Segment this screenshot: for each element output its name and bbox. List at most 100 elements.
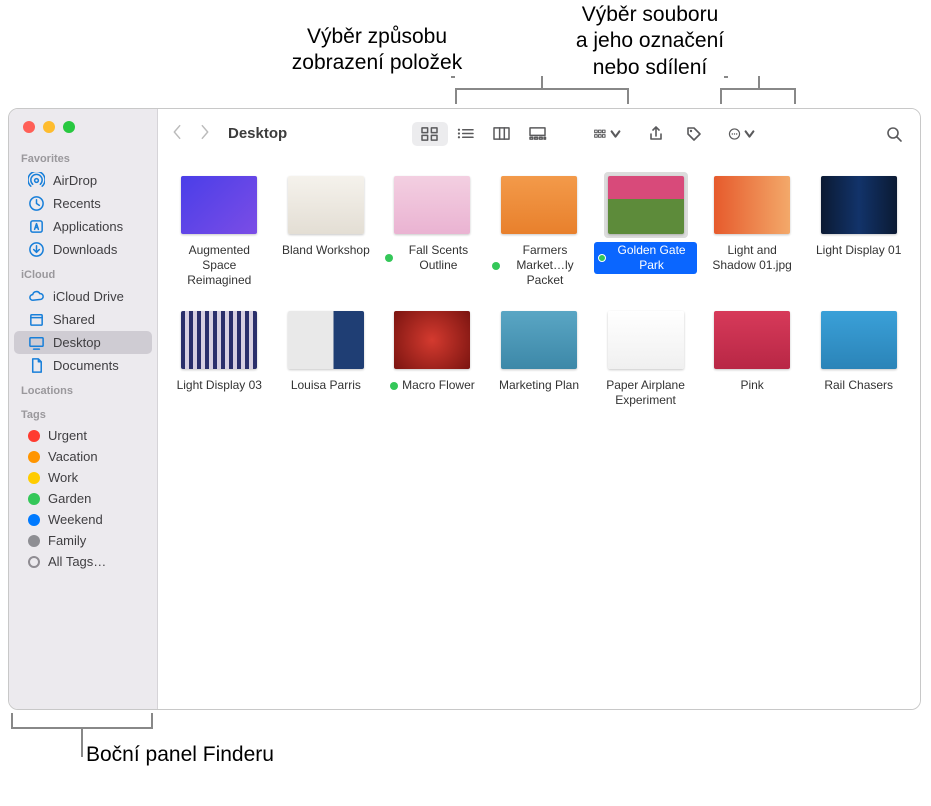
file-thumb	[821, 176, 897, 234]
callout-share: Výběr souboru a jeho označení nebo sdíle…	[555, 2, 745, 81]
file-item[interactable]: Light and Shadow 01.jpg	[701, 172, 804, 289]
callout-sidebar: Boční panel Finderu	[86, 742, 274, 768]
file-item[interactable]: Marketing Plan	[488, 307, 591, 409]
sidebar-section-locations: Locations	[9, 377, 157, 401]
sidebar-tag-vacation[interactable]: Vacation	[14, 446, 152, 467]
callout-share-bracket	[720, 88, 796, 104]
file-item[interactable]: Farmers Market…ly Packet	[488, 172, 591, 289]
sidebar-item-applications[interactable]: Applications	[14, 215, 152, 238]
file-label: Rail Chasers	[820, 377, 897, 394]
file-item[interactable]: Paper Airplane Experiment	[594, 307, 697, 409]
file-label: Golden Gate Park	[594, 242, 697, 274]
file-item[interactable]: Augmented Space Reimagined	[168, 172, 271, 289]
sidebar-item-recents[interactable]: Recents	[14, 192, 152, 215]
file-name: Rail Chasers	[824, 378, 893, 393]
sidebar-tag-family[interactable]: Family	[14, 530, 152, 551]
file-item[interactable]: Pink	[701, 307, 804, 409]
minimize-button[interactable]	[43, 121, 55, 133]
toolbar: Desktop	[158, 109, 920, 158]
view-switcher	[412, 122, 556, 146]
file-name: Macro Flower	[402, 378, 475, 393]
sidebar-item-icloud-drive[interactable]: iCloud Drive	[14, 285, 152, 308]
sidebar-item-shared[interactable]: Shared	[14, 308, 152, 331]
tag-dot-icon	[28, 493, 40, 505]
sidebar-item-all-tags[interactable]: All Tags…	[14, 551, 152, 572]
zoom-button[interactable]	[63, 121, 75, 133]
sidebar-item-label: Shared	[53, 312, 95, 327]
window-title: Desktop	[228, 125, 287, 142]
tag-dot-icon	[28, 451, 40, 463]
sidebar-item-desktop[interactable]: Desktop	[14, 331, 152, 354]
callout-view-bracket	[455, 88, 629, 104]
sidebar-item-label: Desktop	[53, 335, 101, 350]
group-by-button[interactable]	[594, 122, 622, 146]
file-name: Golden Gate Park	[610, 243, 693, 273]
sidebar-tag-weekend[interactable]: Weekend	[14, 509, 152, 530]
finder-window: Favorites AirDropRecentsApplicationsDown…	[8, 108, 921, 710]
sidebar-item-label: iCloud Drive	[53, 289, 124, 304]
file-label: Pink	[736, 377, 767, 394]
file-name: Light Display 03	[177, 378, 262, 393]
file-item[interactable]: Rail Chasers	[807, 307, 910, 409]
share-button[interactable]	[642, 122, 670, 146]
nav-arrows	[170, 123, 212, 144]
view-columns-button[interactable]	[484, 122, 520, 146]
tag-button[interactable]	[680, 122, 708, 146]
file-label: Augmented Space Reimagined	[168, 242, 271, 289]
file-name: Light Display 01	[816, 243, 901, 258]
file-thumb	[394, 176, 470, 234]
sidebar-item-label: Work	[48, 470, 78, 485]
file-name: Paper Airplane Experiment	[598, 378, 693, 408]
sidebar-item-label: Downloads	[53, 242, 117, 257]
tag-indicator-icon	[385, 254, 393, 262]
sidebar-item-airdrop[interactable]: AirDrop	[14, 169, 152, 192]
file-thumb	[181, 311, 257, 369]
file-label: Bland Workshop	[278, 242, 374, 259]
file-item[interactable]: Fall Scents Outline	[381, 172, 484, 289]
tag-dot-icon	[28, 514, 40, 526]
window-controls	[9, 109, 157, 145]
file-item[interactable]: Louisa Parris	[275, 307, 378, 409]
more-button[interactable]	[728, 122, 756, 146]
callout-share-line	[758, 76, 760, 88]
forward-button[interactable]	[198, 123, 212, 144]
file-thumb	[288, 176, 364, 234]
file-item[interactable]: Bland Workshop	[275, 172, 378, 289]
sidebar-tag-urgent[interactable]: Urgent	[14, 425, 152, 446]
callout-share-cap	[724, 76, 728, 78]
all-tags-icon	[28, 556, 40, 568]
file-thumb	[821, 311, 897, 369]
view-gallery-button[interactable]	[520, 122, 556, 146]
view-list-button[interactable]	[448, 122, 484, 146]
sidebar-tag-garden[interactable]: Garden	[14, 488, 152, 509]
view-icons-button[interactable]	[412, 122, 448, 146]
sidebar-section-icloud: iCloud	[9, 261, 157, 285]
file-thumb	[714, 176, 790, 234]
file-item[interactable]: Light Display 01	[807, 172, 910, 289]
file-thumb-wrap	[390, 307, 474, 373]
sidebar-item-label: Recents	[53, 196, 101, 211]
callout-sidebar-line	[81, 729, 83, 757]
file-item[interactable]: Light Display 03	[168, 307, 271, 409]
search-button[interactable]	[880, 122, 908, 146]
sidebar-section-tags: Tags	[9, 401, 157, 425]
close-button[interactable]	[23, 121, 35, 133]
file-thumb-wrap	[497, 307, 581, 373]
file-thumb-wrap	[284, 307, 368, 373]
file-thumb	[288, 311, 364, 369]
file-item[interactable]: Golden Gate Park	[594, 172, 697, 289]
file-thumb-wrap	[604, 307, 688, 373]
file-thumb	[501, 311, 577, 369]
sidebar-item-downloads[interactable]: Downloads	[14, 238, 152, 261]
sidebar-tag-work[interactable]: Work	[14, 467, 152, 488]
file-thumb-wrap	[177, 307, 261, 373]
sidebar-item-label: Weekend	[48, 512, 103, 527]
file-label: Light Display 01	[812, 242, 905, 259]
documents-icon	[28, 357, 45, 374]
file-label: Farmers Market…ly Packet	[488, 242, 591, 289]
sidebar-item-documents[interactable]: Documents	[14, 354, 152, 377]
file-label: Louisa Parris	[287, 377, 365, 394]
back-button[interactable]	[170, 123, 184, 144]
file-item[interactable]: Macro Flower	[381, 307, 484, 409]
file-name: Light and Shadow 01.jpg	[705, 243, 800, 273]
